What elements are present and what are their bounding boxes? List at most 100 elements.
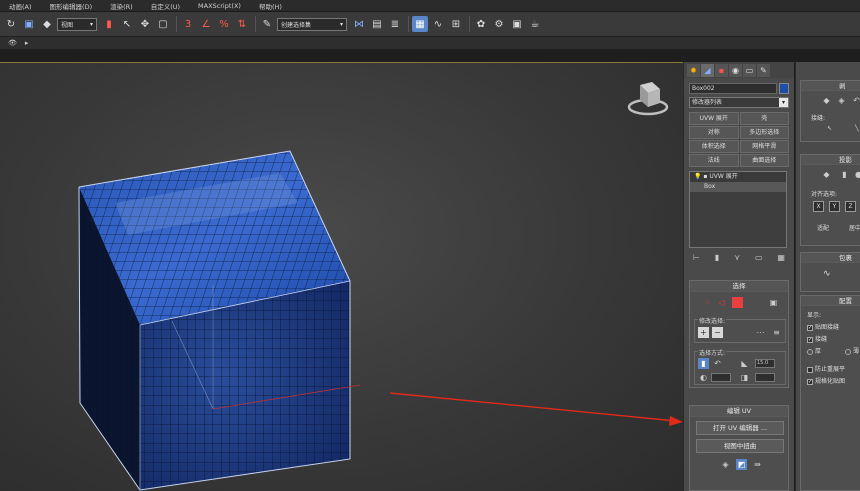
expand-icon[interactable]: ▪ bbox=[703, 173, 707, 180]
hierarchy-tab-icon[interactable]: ▪ bbox=[715, 63, 728, 77]
smoothing-group-spinner[interactable] bbox=[711, 373, 731, 382]
perspective-viewport[interactable] bbox=[0, 62, 683, 491]
remove-modifier-icon[interactable]: ▭ bbox=[755, 253, 763, 262]
modifier-btn-poly-select[interactable]: 多边形选择 bbox=[739, 126, 789, 139]
ring-select-icon[interactable]: ≡ bbox=[771, 327, 782, 338]
percent-snap-icon[interactable]: % bbox=[216, 16, 232, 32]
configure-rollout-title[interactable]: 配置 bbox=[801, 296, 860, 306]
select-by-element-icon[interactable]: ▮ bbox=[698, 358, 709, 369]
edge-select-icon[interactable]: ◁ bbox=[716, 297, 727, 308]
scene-explorer-icon[interactable]: ▦ bbox=[412, 16, 428, 32]
peel-reset-icon[interactable]: ◈ bbox=[836, 95, 847, 106]
rendered-frame-icon[interactable]: ▣ bbox=[509, 16, 525, 32]
edit-uv-rollout-title[interactable]: 编辑 UV bbox=[690, 406, 788, 417]
motion-tab-icon[interactable]: ◉ bbox=[729, 63, 742, 77]
material-editor-icon[interactable]: ✿ bbox=[473, 16, 489, 32]
bulb-icon[interactable]: 💡 bbox=[694, 173, 701, 180]
create-tab-icon[interactable]: ✹ bbox=[687, 63, 700, 77]
element-select-icon[interactable]: ▣ bbox=[768, 297, 779, 308]
menu-animation[interactable]: 动画(A) bbox=[0, 1, 41, 11]
schematic-view-icon[interactable]: ⊞ bbox=[448, 16, 464, 32]
pin-stack-icon[interactable]: ⊢ bbox=[693, 253, 700, 262]
render-setup-icon[interactable]: ⚙ bbox=[491, 16, 507, 32]
display-tab-icon[interactable]: ▭ bbox=[743, 63, 756, 77]
menu-maxscript[interactable]: MAXScript(X) bbox=[189, 2, 250, 10]
align-icon[interactable]: ▤ bbox=[369, 16, 385, 32]
modifier-list-dropdown[interactable]: 修改器列表 ▾ bbox=[689, 97, 789, 108]
rotate-icon[interactable]: ▢ bbox=[155, 16, 171, 32]
select-filter-icon[interactable]: ▮ bbox=[101, 16, 117, 32]
planar-angle-icon[interactable]: ◣ bbox=[739, 358, 750, 369]
peel-rollout-title[interactable]: 剥 bbox=[801, 81, 860, 91]
modifier-btn-shell[interactable]: 壳 bbox=[739, 112, 789, 125]
configure-sets-icon[interactable]: ▦ bbox=[777, 253, 785, 262]
move-icon[interactable]: ✥ bbox=[137, 16, 153, 32]
modifier-btn-normal[interactable]: 法线 bbox=[689, 154, 739, 167]
selection-rollout-title[interactable]: 选择 bbox=[690, 281, 788, 292]
spinner-snap-icon[interactable]: ⇅ bbox=[234, 16, 250, 32]
quick-planar-map-icon[interactable]: ◈ bbox=[720, 459, 731, 470]
grow-selection-icon[interactable]: + bbox=[698, 327, 709, 338]
redo-icon[interactable]: ↻ bbox=[3, 16, 19, 32]
modifier-btn-symmetry[interactable]: 对称 bbox=[689, 126, 739, 139]
angle-snap-icon[interactable]: ∠ bbox=[198, 16, 214, 32]
face-select-icon[interactable] bbox=[732, 297, 743, 308]
shrink-selection-icon[interactable]: − bbox=[712, 327, 723, 338]
viewcube[interactable] bbox=[627, 82, 669, 116]
vertex-select-icon[interactable]: ⁘ bbox=[702, 297, 713, 308]
menu-graph-editors[interactable]: 图形编辑器(D) bbox=[41, 1, 102, 11]
loop-select-icon[interactable]: ⋯ bbox=[755, 327, 766, 338]
render-teapot-icon[interactable]: ☕ bbox=[527, 16, 543, 32]
peel-mode-icon[interactable]: ◆ bbox=[821, 95, 832, 106]
planar-angle-spinner[interactable]: 15.0 bbox=[755, 359, 775, 368]
show-end-result-icon[interactable]: ▮ bbox=[715, 253, 719, 262]
select-by-smoothing-icon[interactable]: ◐ bbox=[698, 372, 709, 383]
utilities-tab-icon[interactable]: ✎ bbox=[757, 63, 770, 77]
chevron-right-icon[interactable]: ▸ bbox=[25, 39, 29, 47]
projection-rollout-title[interactable]: 投影 bbox=[801, 155, 860, 165]
fit-button[interactable]: 适配 bbox=[817, 223, 829, 232]
spline-map-icon[interactable]: ∿ bbox=[823, 269, 831, 279]
modifier-btn-surface-select[interactable]: 曲面选择 bbox=[739, 154, 789, 167]
ignore-backfaces-icon[interactable]: ↶ bbox=[712, 358, 723, 369]
quick-peel-icon[interactable]: ◩ bbox=[736, 459, 747, 470]
align-z-button[interactable]: Z bbox=[845, 201, 856, 212]
map-seams-checkbox[interactable]: ✓ 贴图接缝 bbox=[807, 322, 839, 331]
modifier-btn-vol-select[interactable]: 体积选择 bbox=[689, 140, 739, 153]
object-name-field[interactable]: Box002 bbox=[689, 83, 777, 94]
align-x-button[interactable]: X bbox=[813, 201, 824, 212]
spherical-map-icon[interactable]: ● bbox=[853, 169, 860, 180]
thin-radio[interactable]: 薄 bbox=[845, 346, 859, 355]
stack-item-uvw-unwrap[interactable]: 💡 ▪ UVW 展开 bbox=[690, 172, 786, 182]
planar-map-icon[interactable]: ◆ bbox=[821, 169, 832, 180]
mirror-icon[interactable]: ⋈ bbox=[351, 16, 367, 32]
named-selection-set-select[interactable]: 创建选择集 ▾ bbox=[277, 17, 347, 31]
reference-coordinate-select[interactable]: 视图 ▾ bbox=[57, 17, 97, 31]
prevent-reflatten-checkbox[interactable]: 防止重展平 bbox=[807, 364, 845, 373]
layer-manager-icon[interactable]: ≣ bbox=[387, 16, 403, 32]
menu-rendering[interactable]: 渲染(R) bbox=[101, 1, 142, 11]
edit-named-selection-icon[interactable]: ✎ bbox=[259, 16, 275, 32]
curve-editor-icon[interactable]: ∿ bbox=[430, 16, 446, 32]
seams-checkbox[interactable]: ✓ 接缝 bbox=[807, 334, 827, 343]
select-object-icon[interactable]: ↖ bbox=[119, 16, 135, 32]
cylindrical-map-icon[interactable]: ▮ bbox=[839, 169, 850, 180]
material-id-spinner[interactable] bbox=[755, 373, 775, 382]
stack-item-box[interactable]: Box bbox=[690, 182, 786, 192]
select-link-icon[interactable]: ▣ bbox=[21, 16, 37, 32]
make-unique-icon[interactable]: ⋎ bbox=[734, 253, 740, 262]
normalize-map-checkbox[interactable]: ✓ 规格化贴图 bbox=[807, 376, 845, 385]
menu-customize[interactable]: 自定义(U) bbox=[142, 1, 189, 11]
wrap-rollout-title[interactable]: 包裹 bbox=[801, 253, 860, 263]
object-color-swatch[interactable] bbox=[779, 83, 789, 94]
menu-help[interactable]: 帮助(H) bbox=[250, 1, 291, 11]
peel-undo-icon[interactable]: ↶ bbox=[851, 95, 860, 106]
select-by-material-icon[interactable]: ◨ bbox=[739, 372, 750, 383]
open-uv-editor-button[interactable]: 打开 UV 编辑器 ... bbox=[696, 421, 784, 435]
eye-icon[interactable]: 👁 bbox=[8, 39, 17, 47]
modifier-btn-meshsmooth[interactable]: 网格平滑 bbox=[739, 140, 789, 153]
modifier-btn-uvw-unwrap[interactable]: UVW 展开 bbox=[689, 112, 739, 125]
snap-toggle-icon[interactable]: 3 bbox=[180, 16, 196, 32]
center-button[interactable]: 居中 bbox=[849, 223, 860, 232]
thick-radio[interactable]: 厚 bbox=[807, 346, 821, 355]
